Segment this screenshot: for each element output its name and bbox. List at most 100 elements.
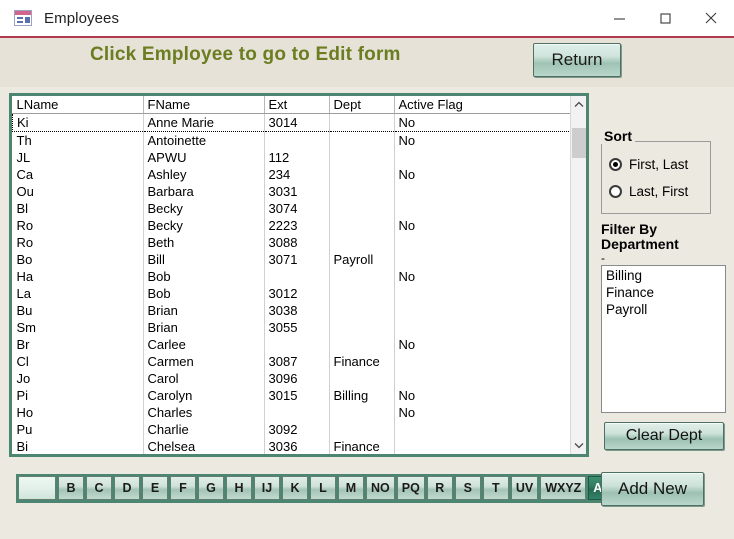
cell-dept[interactable]: Payroll [329, 251, 395, 268]
cell-ext[interactable] [264, 268, 330, 285]
cell-ext[interactable] [264, 336, 330, 353]
cell-ext[interactable]: 234 [264, 166, 330, 183]
cell-fname[interactable]: Bob [143, 285, 265, 302]
cell-active[interactable]: No [394, 166, 586, 183]
cell-dept[interactable] [329, 166, 395, 183]
alpha-filter-button-no[interactable]: NO [366, 476, 395, 500]
cell-ext[interactable]: 3074 [264, 200, 330, 217]
cell-dept[interactable] [329, 302, 395, 319]
table-row[interactable]: La Bob 3012 [12, 285, 587, 302]
cell-active[interactable] [394, 319, 586, 336]
minimize-icon[interactable] [596, 0, 642, 36]
cell-ext[interactable]: 3038 [264, 302, 330, 319]
alpha-filter-button-f[interactable]: F [170, 476, 196, 500]
alpha-filter-button-r[interactable]: R [426, 476, 453, 500]
scrollbar-thumb[interactable] [572, 127, 586, 158]
cell-fname[interactable]: Charles [143, 404, 265, 421]
cell-active[interactable] [394, 302, 586, 319]
cell-lname[interactable]: Bu [12, 302, 144, 319]
cell-lname[interactable]: La [12, 285, 144, 302]
alpha-filter-button-k[interactable]: K [282, 476, 308, 500]
cell-active[interactable]: No [394, 132, 586, 150]
cell-ext[interactable]: 3096 [264, 370, 330, 387]
cell-active[interactable]: No [394, 387, 586, 404]
cell-dept[interactable] [329, 319, 395, 336]
cell-fname[interactable]: Becky [143, 217, 265, 234]
column-header-dept[interactable]: Dept [329, 96, 395, 114]
cell-ext[interactable]: 3031 [264, 183, 330, 200]
cell-dept[interactable] [329, 183, 395, 200]
cell-active[interactable] [394, 370, 586, 387]
cell-ext[interactable]: 3088 [264, 234, 330, 251]
table-row[interactable]: Br Carlee No [12, 336, 587, 353]
column-header-active[interactable]: Active Flag [394, 96, 586, 114]
cell-ext[interactable]: 3015 [264, 387, 330, 404]
chevron-down-icon[interactable] [571, 437, 586, 454]
alpha-filter-button-m[interactable]: M [338, 476, 364, 500]
cell-lname[interactable]: Bi [12, 438, 144, 454]
cell-active[interactable] [394, 438, 586, 454]
list-item[interactable]: Finance [602, 284, 725, 301]
cell-fname[interactable]: Beth [143, 234, 265, 251]
cell-dept[interactable]: Finance [329, 438, 395, 454]
table-row[interactable]: Th Antoinette No [12, 131, 587, 150]
cell-fname[interactable]: Charlie [143, 421, 265, 438]
cell-fname[interactable]: Bob [143, 268, 265, 285]
cell-active[interactable] [394, 234, 586, 251]
cell-lname[interactable]: Ha [12, 268, 144, 285]
table-row[interactable]: JL APWU 112 [12, 149, 587, 166]
add-new-button[interactable]: Add New [601, 472, 704, 506]
table-row[interactable]: Bu Brian 3038 [12, 302, 587, 319]
cell-lname[interactable]: Ho [12, 404, 144, 421]
cell-lname[interactable]: Ki [12, 113, 144, 132]
cell-dept[interactable] [329, 113, 395, 132]
cell-lname[interactable]: Br [12, 336, 144, 353]
sort-option-first-last[interactable]: First, Last [609, 157, 688, 172]
cell-ext[interactable]: 3055 [264, 319, 330, 336]
cell-fname[interactable]: Brian [143, 302, 265, 319]
cell-dept[interactable] [329, 421, 395, 438]
table-row[interactable]: Bo Bill 3071 Payroll [12, 251, 587, 268]
alpha-filter-button-wxyz[interactable]: WXYZ [540, 476, 587, 500]
cell-lname[interactable]: Ca [12, 166, 144, 183]
datasheet-scrollbar[interactable] [570, 96, 586, 454]
alpha-filter-button-ij[interactable]: IJ [254, 476, 280, 500]
table-row[interactable]: Sm Brian 3055 [12, 319, 587, 336]
datasheet-viewport[interactable]: LName FName Ext Dept Active Flag Ki Anne … [12, 96, 586, 454]
cell-active[interactable] [394, 421, 586, 438]
cell-ext[interactable]: 2223 [264, 217, 330, 234]
cell-fname[interactable]: Anne Marie [143, 113, 265, 132]
cell-dept[interactable] [329, 370, 395, 387]
list-item[interactable]: Billing [602, 267, 725, 284]
department-listbox[interactable]: Billing Finance Payroll [601, 265, 726, 413]
cell-ext[interactable]: 3071 [264, 251, 330, 268]
return-button[interactable]: Return [533, 43, 621, 77]
chevron-up-icon[interactable] [571, 96, 586, 113]
cell-fname[interactable]: Ashley [143, 166, 265, 183]
cell-fname[interactable]: Chelsea [143, 438, 265, 454]
cell-lname[interactable]: Bo [12, 251, 144, 268]
alpha-filter-button-c[interactable]: C [86, 476, 112, 500]
cell-dept[interactable] [329, 336, 395, 353]
cell-ext[interactable]: 3092 [264, 421, 330, 438]
alpha-filter-button-a[interactable] [18, 476, 56, 500]
alpha-filter-button-b[interactable]: B [58, 476, 84, 500]
cell-ext[interactable]: 3014 [264, 113, 330, 132]
cell-lname[interactable]: Cl [12, 353, 144, 370]
table-row[interactable]: Ou Barbara 3031 [12, 183, 587, 200]
cell-lname[interactable]: JL [12, 149, 144, 166]
cell-dept[interactable] [329, 404, 395, 421]
cell-dept[interactable] [329, 217, 395, 234]
table-row[interactable]: Bi Chelsea 3036 Finance [12, 438, 587, 454]
alpha-filter-button-pq[interactable]: PQ [396, 476, 425, 500]
cell-fname[interactable]: Barbara [143, 183, 265, 200]
cell-dept[interactable] [329, 131, 395, 149]
table-row[interactable]: Ha Bob No [12, 268, 587, 285]
cell-lname[interactable]: Pi [12, 387, 144, 404]
cell-ext[interactable]: 3087 [264, 353, 330, 370]
cell-lname[interactable]: Jo [12, 370, 144, 387]
cell-ext[interactable] [264, 404, 330, 421]
cell-active[interactable]: No [394, 113, 586, 132]
table-row[interactable]: Pi Carolyn 3015 Billing No [12, 387, 587, 404]
table-row[interactable]: Cl Carmen 3087 Finance [12, 353, 587, 370]
